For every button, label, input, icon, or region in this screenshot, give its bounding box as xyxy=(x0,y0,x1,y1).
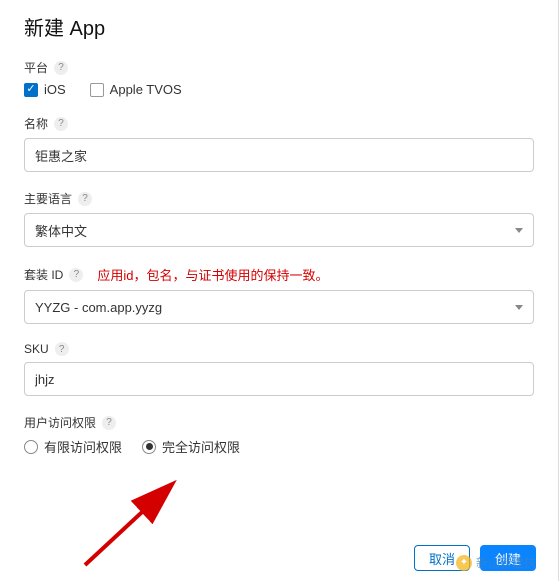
checkbox-tvos-label: Apple TVOS xyxy=(110,82,182,97)
bundle-annotation: 应用id，包名，与证书使用的保持一致。 xyxy=(97,265,328,284)
create-button[interactable]: 创建 xyxy=(480,545,536,571)
name-input[interactable] xyxy=(24,138,534,172)
chevron-down-icon xyxy=(515,228,523,233)
page-title: 新建 App xyxy=(24,12,534,41)
annotation-arrow-icon xyxy=(80,480,190,570)
help-icon[interactable]: ? xyxy=(54,117,68,131)
checkbox-icon xyxy=(90,83,104,97)
radio-icon xyxy=(24,440,38,454)
help-icon[interactable]: ? xyxy=(55,342,69,356)
name-section: 名称 ? xyxy=(24,115,534,172)
cancel-button[interactable]: 取消 xyxy=(414,545,470,571)
help-icon[interactable]: ? xyxy=(54,61,68,75)
chevron-down-icon xyxy=(515,305,523,310)
bundle-label: 套装 ID xyxy=(24,266,63,283)
radio-icon xyxy=(142,440,156,454)
help-icon[interactable]: ? xyxy=(69,268,83,282)
radio-full-access[interactable]: 完全访问权限 xyxy=(142,437,240,456)
checkbox-tvos[interactable]: Apple TVOS xyxy=(90,82,182,97)
checkbox-icon xyxy=(24,83,38,97)
sku-section: SKU ? xyxy=(24,342,534,396)
name-label: 名称 xyxy=(24,115,48,132)
language-label: 主要语言 xyxy=(24,190,72,207)
platform-label: 平台 xyxy=(24,59,48,76)
language-section: 主要语言 ? 繁体中文 xyxy=(24,190,534,247)
sku-label: SKU xyxy=(24,342,49,356)
platform-section: 平台 ? iOS Apple TVOS xyxy=(24,59,534,97)
language-value: 繁体中文 xyxy=(35,221,87,240)
checkbox-ios[interactable]: iOS xyxy=(24,82,66,97)
bundle-value: YYZG - com.app.yyzg xyxy=(35,300,162,315)
access-section: 用户访问权限 ? 有限访问权限 完全访问权限 xyxy=(24,414,534,456)
access-label: 用户访问权限 xyxy=(24,414,96,431)
checkbox-ios-label: iOS xyxy=(44,82,66,97)
language-select[interactable]: 繁体中文 xyxy=(24,213,534,247)
radio-limited-label: 有限访问权限 xyxy=(44,437,122,456)
help-icon[interactable]: ? xyxy=(102,416,116,430)
dialog-footer: 取消 创建 xyxy=(414,545,536,571)
sku-input[interactable] xyxy=(24,362,534,396)
bundle-section: 套装 ID ? 应用id，包名，与证书使用的保持一致。 YYZG - com.a… xyxy=(24,265,534,324)
bundle-select[interactable]: YYZG - com.app.yyzg xyxy=(24,290,534,324)
help-icon[interactable]: ? xyxy=(78,192,92,206)
radio-limited-access[interactable]: 有限访问权限 xyxy=(24,437,122,456)
radio-full-label: 完全访问权限 xyxy=(162,437,240,456)
